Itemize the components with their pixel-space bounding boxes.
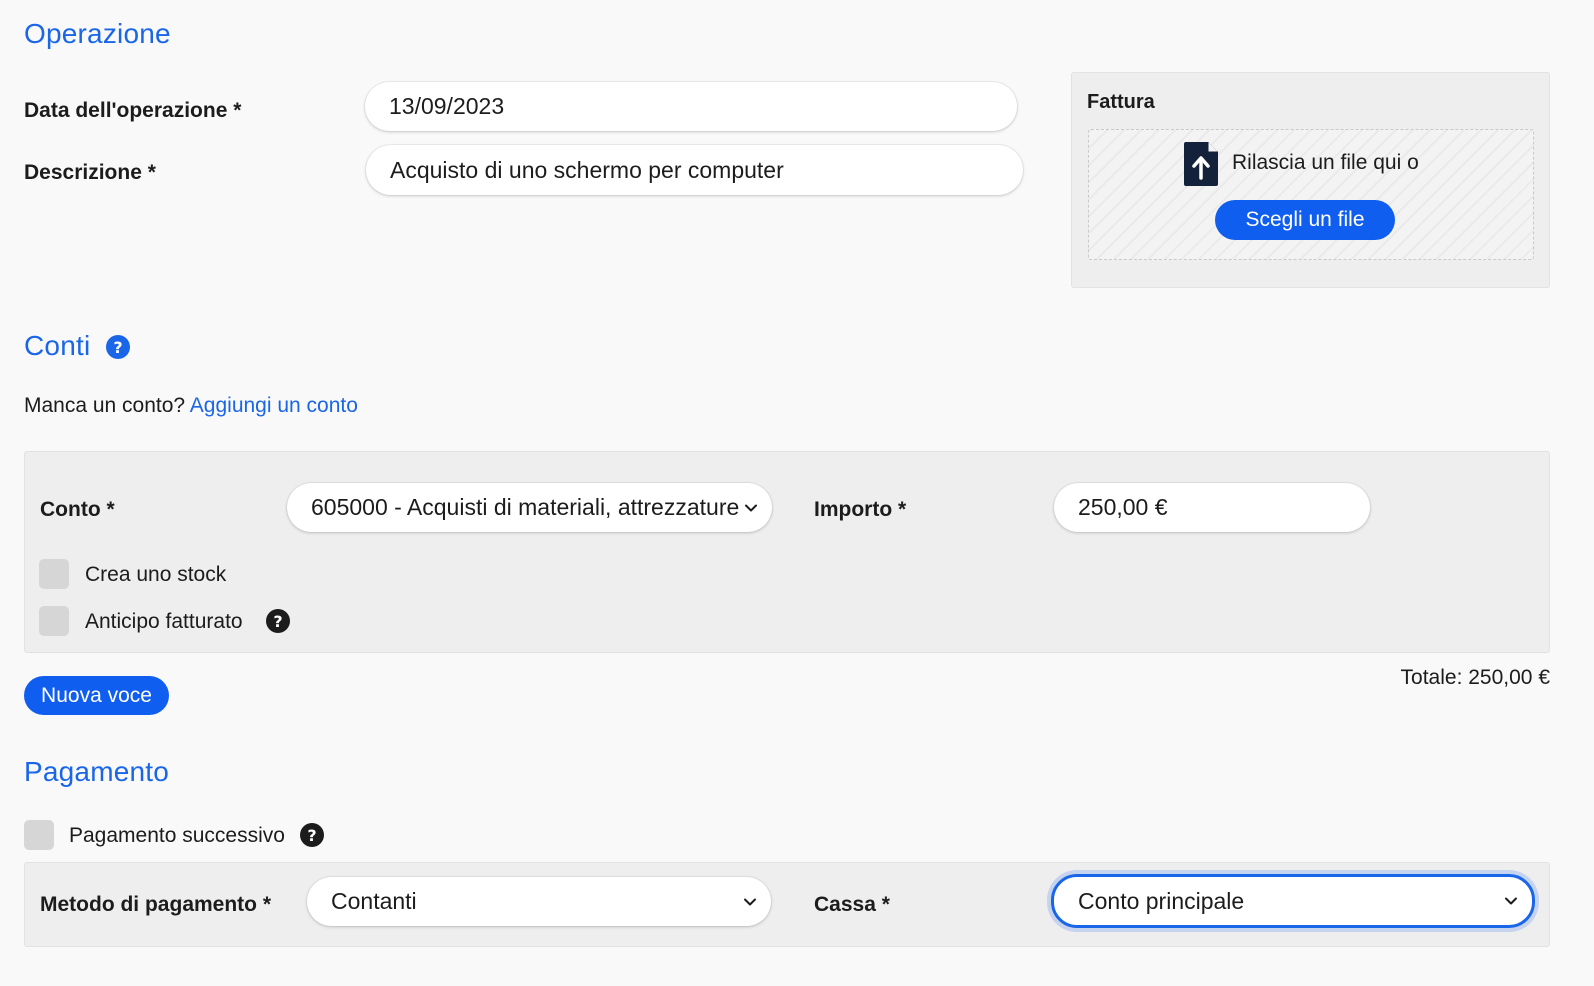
new-entry-button[interactable]: Nuova voce [24,676,169,715]
chevron-down-icon [1504,894,1518,908]
chevron-down-icon [744,501,758,515]
advance-invoiced-label: Anticipo fatturato [85,610,243,633]
description-label: Descrizione * [24,161,156,184]
total-text: Totale: 250,00 € [1400,666,1550,689]
missing-account-label: Manca un conto? [24,394,186,417]
date-value: 13/09/2023 [389,93,505,119]
amount-input[interactable]: 250,00 € [1054,483,1370,532]
missing-account-text: Manca un conto? Aggiungi un conto [24,394,358,418]
help-icon[interactable]: ? [300,823,324,847]
payment-method-value: Contanti [331,888,417,914]
payment-method-select[interactable]: Contanti [307,877,771,926]
payment-method-label: Metodo di pagamento * [40,893,271,916]
advance-invoiced-checkbox[interactable] [39,606,69,636]
file-upload-icon [1182,140,1220,188]
amount-label: Importo * [814,498,907,521]
drop-text: Rilascia un file qui o [1232,151,1419,174]
payment-panel: Metodo di pagamento * Contanti Cassa * C… [24,862,1550,947]
account-entry-panel: Conto * 605000 - Acquisti di materiali, … [24,451,1550,653]
cash-select[interactable]: Conto principale [1051,874,1535,928]
account-value: 605000 - Acquisti di materiali, attrezza… [311,494,740,520]
amount-value: 250,00 € [1078,494,1168,520]
help-icon[interactable]: ? [106,335,130,359]
chevron-down-icon [743,895,757,909]
create-stock-label: Crea uno stock [85,563,227,586]
later-payment-label: Pagamento successivo [69,824,285,847]
invoice-panel: Fattura Rilascia un file qui o Scegli un… [1071,72,1550,288]
date-label: Data dell'operazione * [24,99,242,122]
section-title-pagamento: Pagamento [24,756,170,787]
create-stock-checkbox[interactable] [39,559,69,589]
help-icon[interactable]: ? [266,609,290,633]
account-label: Conto * [40,498,115,521]
choose-file-button[interactable]: Scegli un file [1215,200,1395,240]
cash-label: Cassa * [814,893,890,916]
cash-value: Conto principale [1078,887,1245,914]
description-value: Acquisto di uno schermo per computer [390,156,784,183]
invoice-title: Fattura [1087,91,1155,113]
section-title-operazione: Operazione [24,18,171,49]
date-input[interactable]: 13/09/2023 [365,82,1017,131]
section-title-conti: Conti [24,330,91,361]
account-select[interactable]: 605000 - Acquisti di materiali, attrezza… [287,483,772,532]
description-input[interactable]: Acquisto di uno schermo per computer [366,145,1023,195]
add-account-link[interactable]: Aggiungi un conto [190,394,358,417]
file-dropzone[interactable]: Rilascia un file qui o Scegli un file [1088,129,1534,260]
later-payment-checkbox[interactable] [24,820,54,850]
